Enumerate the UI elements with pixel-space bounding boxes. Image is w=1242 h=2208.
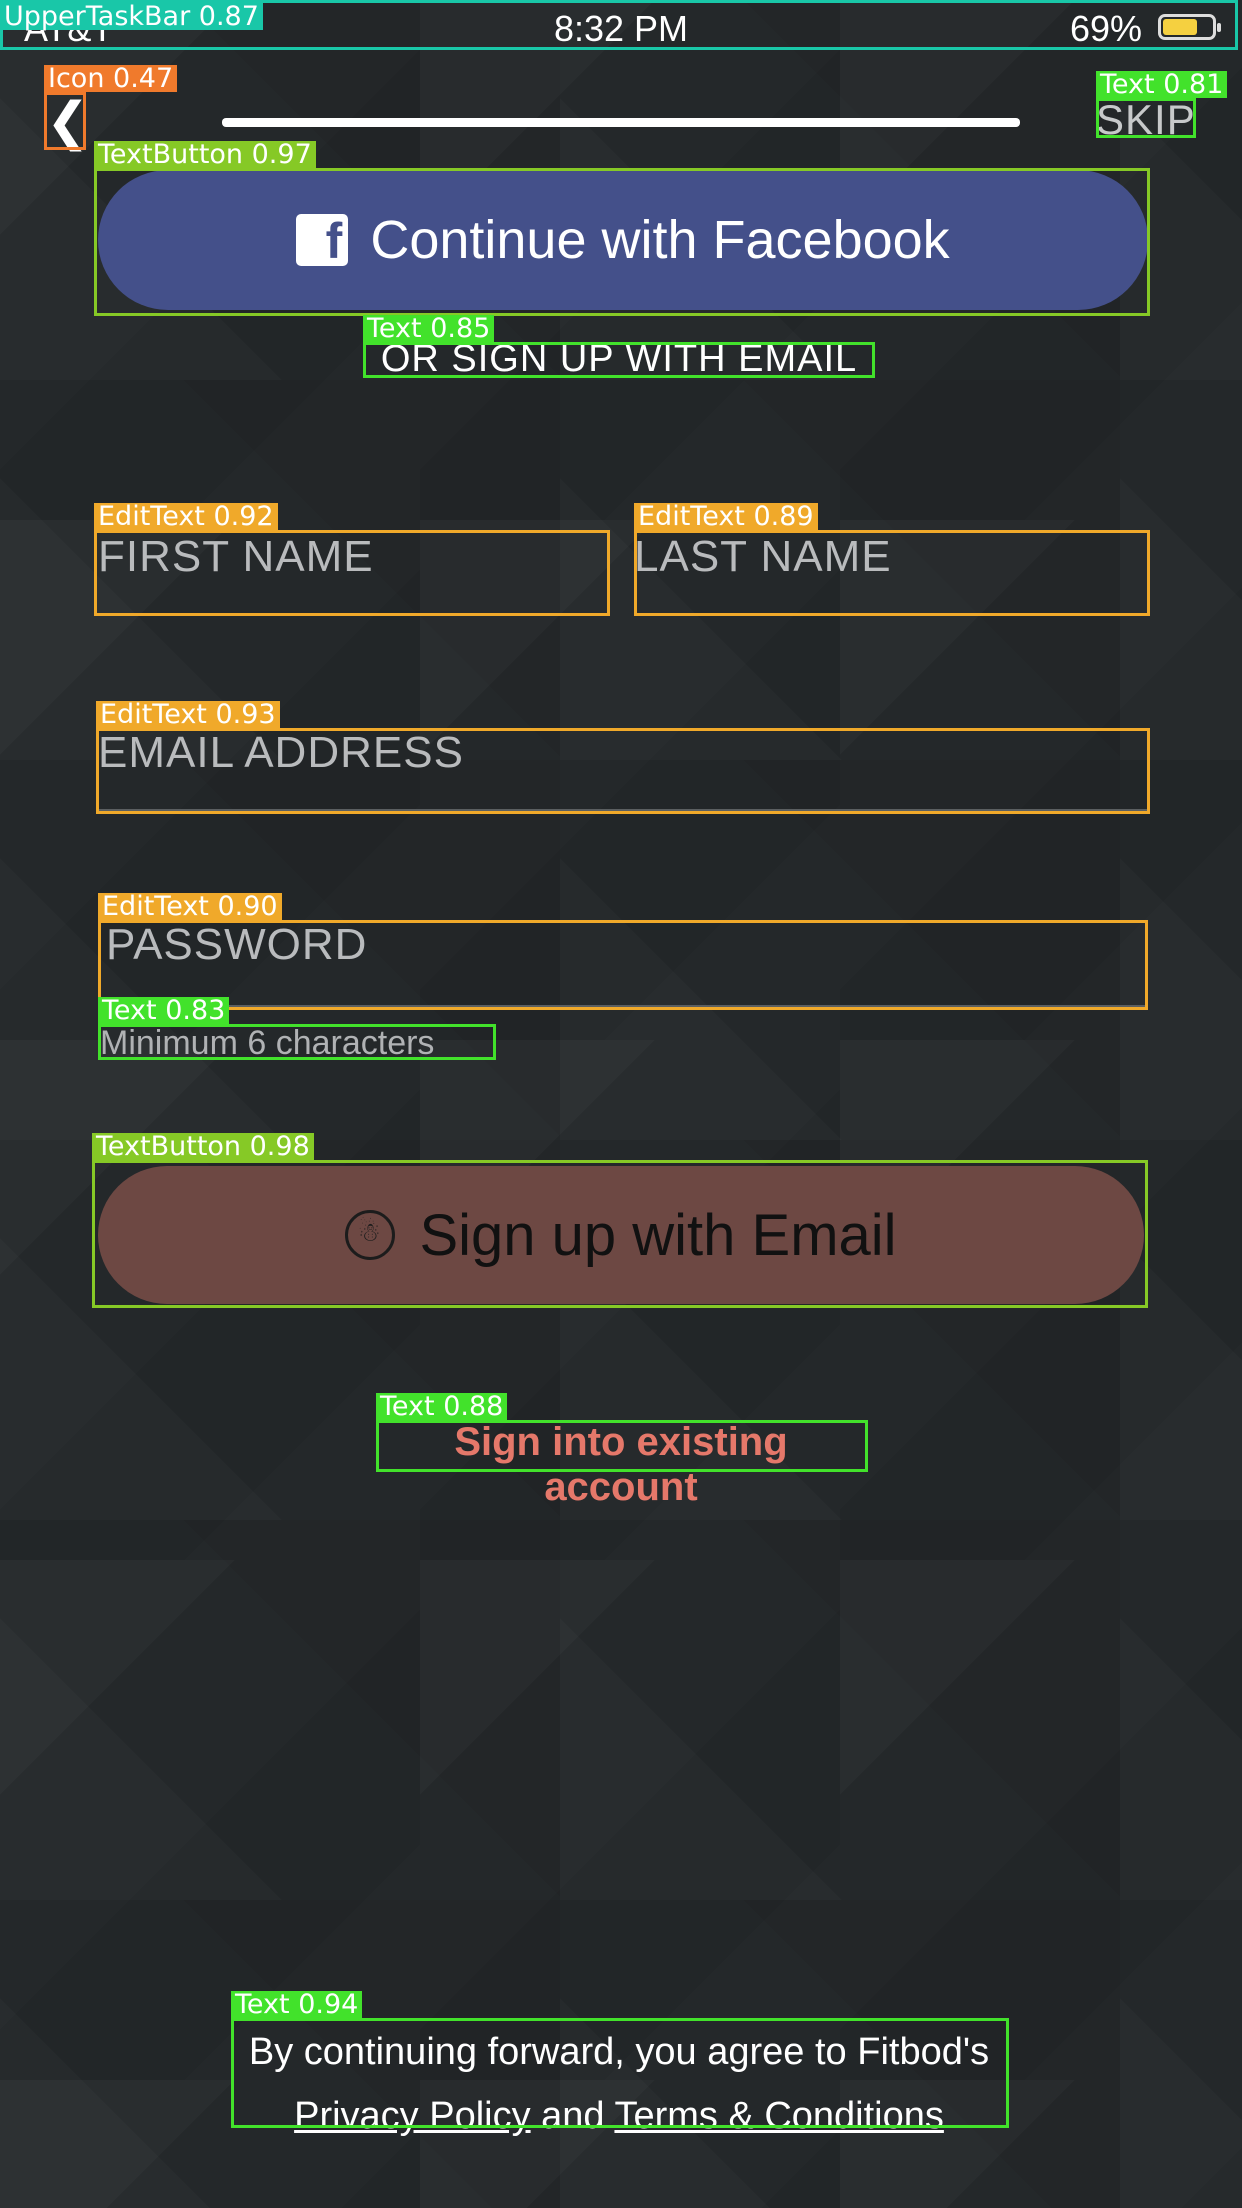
skip-button[interactable]: SKIP xyxy=(1096,96,1196,144)
onboarding-progress-bar xyxy=(222,118,1020,127)
email-field[interactable] xyxy=(98,728,1148,812)
legal-line-1: By continuing forward, you agree to Fitb… xyxy=(248,2031,990,2073)
facebook-icon: f xyxy=(296,213,349,269)
battery-icon xyxy=(1158,14,1221,40)
password-field[interactable] xyxy=(98,920,1156,1008)
status-bar: AT&T 8:32 PM 69% xyxy=(0,0,1242,52)
separator-text: OR SIGN UP WITH EMAIL xyxy=(380,338,858,380)
legal-text: By continuing forward, you agree to Fitb… xyxy=(231,2020,1007,2148)
facebook-button-label: Continue with Facebook xyxy=(370,210,950,270)
terms-conditions-link[interactable]: Terms & Conditions xyxy=(614,2095,943,2137)
sign-in-existing-account-link[interactable]: Sign into existing account xyxy=(376,1420,866,1510)
first-name-input[interactable] xyxy=(98,532,608,582)
sign-up-with-email-button[interactable]: Sign up with Email xyxy=(98,1166,1144,1304)
runner-icon xyxy=(345,1210,396,1260)
back-chevron-icon[interactable]: ❮ xyxy=(46,94,90,150)
email-input[interactable] xyxy=(98,728,1148,778)
first-name-field[interactable] xyxy=(98,532,608,616)
legal-and: and xyxy=(541,2095,605,2137)
battery-percent: 69% xyxy=(1069,8,1142,49)
email-button-label: Sign up with Email xyxy=(419,1202,897,1268)
legal-line-2: Privacy Policy and Terms & Conditions xyxy=(231,2084,1007,2148)
privacy-policy-link[interactable]: Privacy Policy xyxy=(294,2095,531,2137)
background-pattern xyxy=(0,0,1242,2208)
continue-with-facebook-button[interactable]: f Continue with Facebook xyxy=(98,170,1148,310)
password-input[interactable] xyxy=(98,920,1156,970)
password-hint: Minimum 6 characters xyxy=(100,1024,435,1062)
last-name-field[interactable] xyxy=(634,532,1146,616)
status-time: 8:32 PM xyxy=(553,8,689,49)
last-name-input[interactable] xyxy=(634,532,1146,582)
